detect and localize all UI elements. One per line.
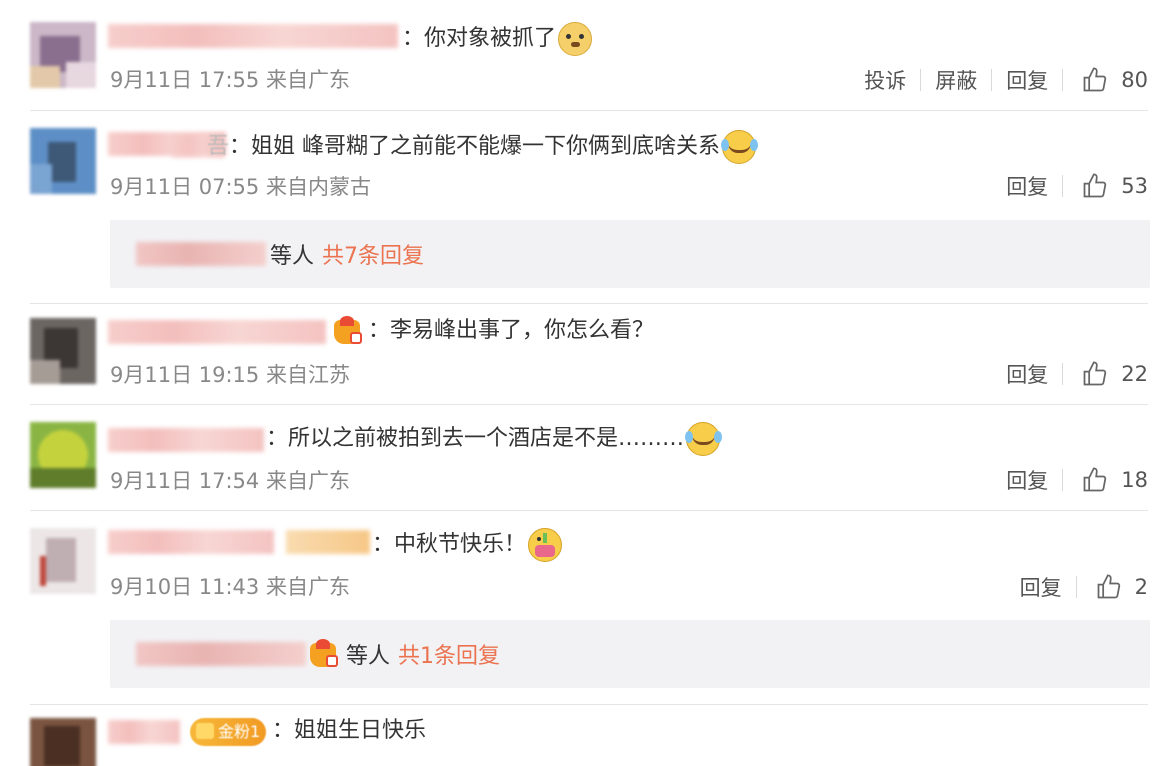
like-button[interactable]: 18 (1063, 466, 1166, 494)
sub-replies-summary[interactable]: 等人 共1条回复 (110, 620, 1150, 688)
avatar[interactable] (30, 128, 96, 194)
thumbs-up-icon (1083, 67, 1107, 92)
like-button[interactable]: 22 (1063, 360, 1166, 388)
divider (30, 510, 1148, 511)
like-button[interactable]: 2 (1077, 573, 1166, 601)
avatar[interactable] (30, 528, 96, 594)
reply-button[interactable]: 回复 (992, 465, 1062, 495)
gold-fan-badge-label: 金粉1 (218, 722, 261, 741)
reply-count-link[interactable]: 共7条回复 (322, 238, 424, 270)
gold-fan-badge: 金粉1 (190, 718, 267, 746)
sub-replies-summary[interactable]: 等人 共7条回复 (110, 220, 1150, 288)
like-count: 2 (1134, 575, 1148, 599)
reply-button[interactable]: 回复 (1006, 572, 1076, 602)
avatar[interactable] (30, 318, 96, 384)
report-button[interactable]: 投诉 (850, 65, 920, 95)
comment-text: ：李易峰出事了，你怎么看？ (368, 318, 655, 343)
comment-text: ：姐姐生日快乐 (272, 718, 427, 743)
reply-button[interactable]: 回复 (992, 65, 1062, 95)
divider (30, 404, 1148, 405)
avatar[interactable] (30, 422, 96, 488)
thumbs-up-icon (1083, 361, 1107, 386)
like-count: 53 (1121, 174, 1148, 198)
username-suffix[interactable]: 吾 (207, 132, 229, 162)
thumbs-up-icon (1083, 467, 1107, 492)
laugh-cry-emoji-icon (685, 422, 723, 456)
username[interactable] (108, 428, 264, 452)
comment-text: ：姐姐 峰哥糊了之前能不能爆一下你俩到底啥关系 (229, 134, 721, 159)
thumbs-up-icon (1083, 173, 1107, 198)
like-button[interactable]: 80 (1063, 66, 1166, 94)
reply-button[interactable]: 回复 (992, 171, 1062, 201)
like-count: 18 (1121, 468, 1148, 492)
thumbs-up-icon (1097, 574, 1120, 599)
comment-meta: 9月11日 19:15 来自江苏 (110, 363, 350, 387)
cake-emoji-icon (528, 528, 563, 562)
divider (30, 110, 1148, 111)
username[interactable] (108, 720, 180, 744)
reply-usernames[interactable] (136, 642, 306, 666)
comment-meta: 9月11日 17:54 来自广东 (110, 469, 350, 493)
comment-meta: 9月10日 11:43 来自广东 (110, 575, 350, 599)
comment-text: ：所以之前被拍到去一个酒店是不是……… (266, 426, 685, 451)
username[interactable] (108, 320, 326, 344)
comment-meta: 9月11日 07:55 来自内蒙古 (110, 175, 371, 199)
like-count: 22 (1121, 362, 1148, 386)
like-count: 80 (1121, 68, 1148, 92)
reply-usernames[interactable] (136, 242, 266, 266)
crown-icon (196, 723, 214, 739)
avatar[interactable] (30, 718, 96, 766)
username[interactable] (108, 530, 274, 554)
like-button[interactable]: 53 (1063, 172, 1166, 200)
avatar[interactable] (30, 22, 96, 88)
comment-meta: 9月11日 17:55 来自广东 (110, 68, 350, 92)
doge-emoji-icon (558, 22, 593, 56)
reply-button[interactable]: 回复 (992, 359, 1062, 389)
vip-badge-icon (310, 639, 340, 669)
block-button[interactable]: 屏蔽 (921, 65, 991, 95)
username[interactable] (108, 24, 398, 48)
divider (30, 303, 1148, 304)
comment-text: ：中秋节快乐！ (372, 532, 527, 557)
comment-text: ：你对象被抓了 (402, 26, 557, 51)
fan-badge (286, 530, 370, 554)
reply-who-label: 等人 (270, 244, 315, 269)
reply-count-link[interactable]: 共1条回复 (398, 638, 500, 670)
divider (30, 704, 1148, 705)
reply-who-label: 等人 (346, 644, 391, 669)
vip-badge-icon (334, 316, 364, 346)
laugh-cry-emoji-icon (721, 130, 759, 164)
